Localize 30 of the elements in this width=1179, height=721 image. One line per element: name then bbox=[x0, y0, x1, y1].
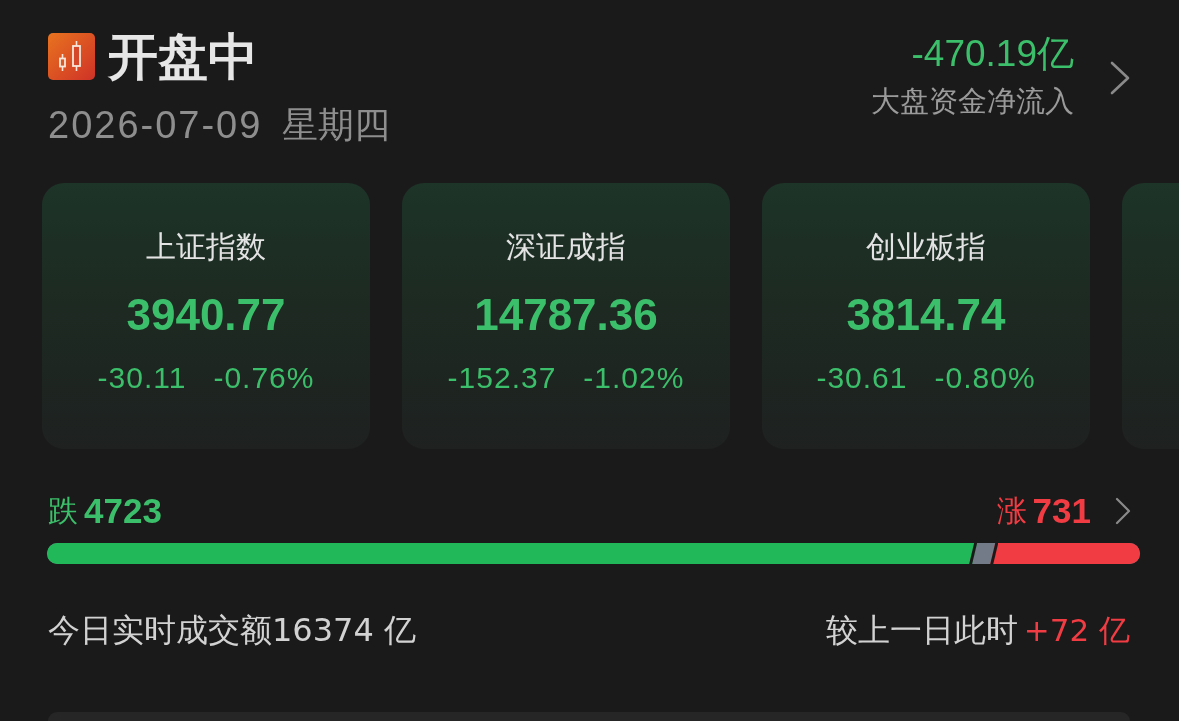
index-change-percent: -0.80% bbox=[934, 361, 1036, 395]
index-change: -30.61 bbox=[816, 361, 908, 395]
weekday-label: 星期四 bbox=[282, 104, 391, 146]
trading-date: 2026-07-09 bbox=[48, 104, 263, 146]
index-value: 3940.77 bbox=[126, 290, 286, 340]
compare-value: +72 亿 bbox=[1023, 611, 1130, 649]
index-name: 深证成指 bbox=[506, 229, 626, 265]
turnover-text: 今日实时成交额16374 亿 bbox=[48, 611, 416, 649]
chevron-right-icon[interactable] bbox=[1115, 497, 1131, 525]
index-change-percent: -0.76% bbox=[213, 361, 315, 395]
index-value: 3814.74 bbox=[846, 290, 1006, 340]
index-value: 14787.36 bbox=[474, 290, 658, 340]
index-card[interactable]: 创业板指 3814.74 -30.61 -0.80% bbox=[762, 183, 1090, 449]
index-name: 上证指数 bbox=[146, 229, 266, 265]
rising-count: 731 bbox=[1032, 491, 1091, 531]
falling-label: 跌 bbox=[48, 493, 78, 529]
candlestick-icon bbox=[48, 33, 95, 80]
net-inflow-label: 大盘资金净流入 bbox=[871, 83, 1074, 119]
net-inflow-value: -470.19亿 bbox=[911, 33, 1074, 75]
market-status-title: 开盘中 bbox=[108, 28, 258, 85]
index-card[interactable]: 上证指数 3940.77 -30.11 -0.76% bbox=[42, 183, 370, 449]
index-change-percent: -1.02% bbox=[583, 361, 685, 395]
index-change: -152.37 bbox=[447, 361, 557, 395]
falling-count: 4723 bbox=[84, 491, 162, 531]
index-change: -30.11 bbox=[97, 361, 187, 395]
rising-label: 涨 bbox=[996, 493, 1027, 529]
chevron-right-icon[interactable] bbox=[1110, 61, 1130, 95]
compare-label: 较上一日此时 bbox=[825, 611, 1018, 649]
index-card[interactable]: 深证成指 14787.36 -152.37 -1.02% bbox=[402, 183, 730, 449]
index-name: 创业板指 bbox=[866, 229, 986, 265]
